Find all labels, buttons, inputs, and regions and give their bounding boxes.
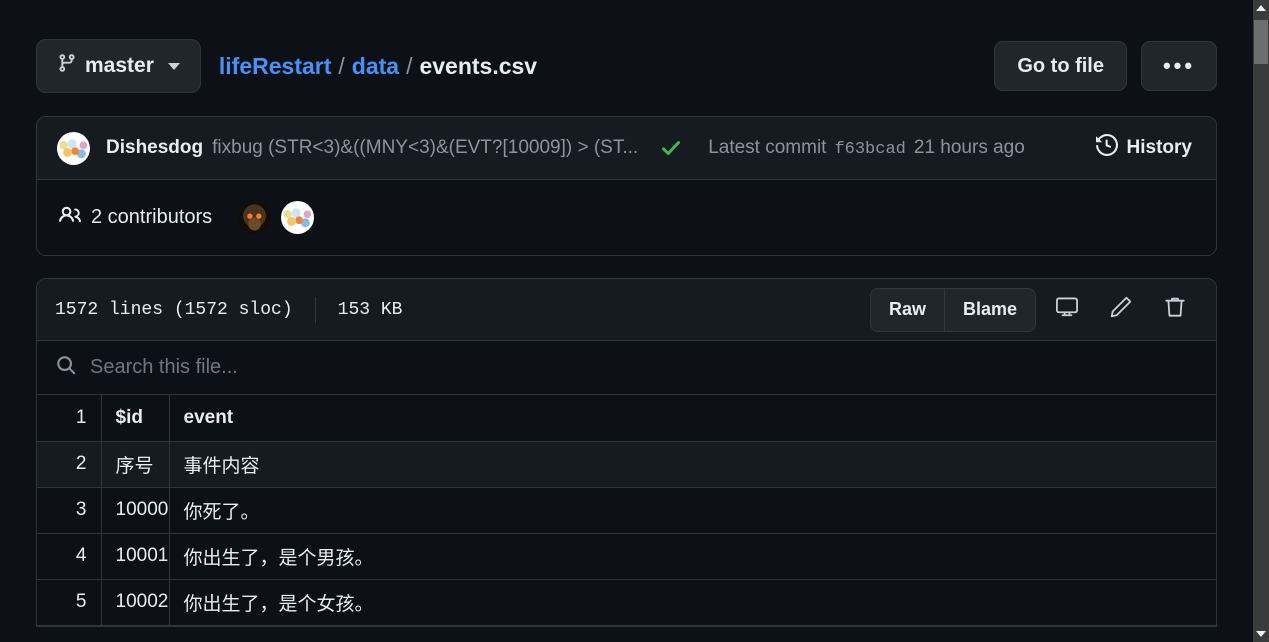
breadcrumb-separator-1: / [338, 52, 345, 79]
page-root: master lifeRestart / data / events.csv Go to… [0, 0, 1269, 642]
file-line-count: 1572 lines (1572 sloc) [55, 299, 293, 320]
people-icon [59, 204, 81, 232]
table-row: 3 10000 你死了。 [37, 487, 1216, 534]
monitor-icon [1055, 295, 1079, 324]
file-header-bar: 1572 lines (1572 sloc) 153 KB Raw Blame [37, 279, 1216, 341]
search-icon [55, 354, 77, 381]
pencil-icon [1109, 295, 1133, 324]
search-placeholder: Search this file... [90, 356, 238, 378]
commit-time: 21 hours ago [913, 137, 1025, 158]
cell-event: 事件内容 [169, 441, 1216, 488]
breadcrumb-file-name: events.csv [419, 52, 538, 79]
csv-table-body: 1 $id event 2 序号 事件内容 3 10000 你死了。 4 100… [37, 395, 1216, 626]
cell-id: 序号 [101, 441, 170, 488]
more-options-button[interactable]: ••• [1141, 41, 1217, 91]
table-row: 5 10002 你出生了，是个女孩。 [37, 579, 1216, 626]
branch-selector-button[interactable]: master [36, 39, 201, 93]
latest-commit-panel: Dishesdog fixbug (STR<3)&((MNY<3)&(EVT?[… [36, 116, 1217, 256]
git-branch-icon [57, 53, 77, 79]
file-content-panel: 1572 lines (1572 sloc) 153 KB Raw Blame [36, 278, 1217, 627]
scroll-down-arrow-icon[interactable] [1253, 626, 1269, 642]
commit-message[interactable]: fixbug (STR<3)&((MNY<3)&(EVT?[10009]) > … [212, 137, 638, 159]
cell-event: event [169, 395, 1216, 442]
chevron-down-icon [167, 62, 180, 70]
edit-file-button[interactable] [1098, 288, 1144, 332]
scroll-up-arrow-icon[interactable] [1253, 0, 1269, 16]
file-stats: 1572 lines (1572 sloc) 153 KB [55, 296, 403, 323]
contributor-avatar-owl[interactable] [238, 201, 272, 234]
latest-commit-row: Dishesdog fixbug (STR<3)&((MNY<3)&(EVT?[… [37, 117, 1216, 180]
breadcrumb: lifeRestart / data / events.csv [219, 53, 537, 80]
search-file-input[interactable]: Search this file... [37, 341, 1216, 395]
commit-meta: Latest commit f63bcad 21 hours ago [708, 137, 1025, 159]
commit-status-check-icon[interactable] [660, 137, 682, 159]
file-stats-divider [314, 296, 316, 323]
breadcrumb-separator-2: / [406, 52, 413, 79]
path-toolbar: master lifeRestart / data / events.csv Go to… [36, 38, 1217, 94]
cell-id: 10000 [101, 487, 170, 534]
contributors-label: 2 contributors [91, 206, 213, 228]
line-number[interactable]: 3 [37, 487, 102, 534]
vertical-scrollbar[interactable] [1253, 0, 1269, 642]
line-number[interactable]: 4 [37, 533, 102, 580]
csv-table: 1 $id event 2 序号 事件内容 3 10000 你死了。 4 100… [37, 395, 1216, 626]
file-action-buttons: Raw Blame [869, 287, 1198, 332]
file-size: 153 KB [337, 299, 403, 320]
cell-id: 10002 [101, 579, 170, 626]
contributors-link[interactable]: 2 contributors [59, 204, 212, 232]
blame-button[interactable]: Blame [943, 288, 1035, 331]
table-row: 1 $id event [37, 395, 1216, 442]
branch-name-label: master [85, 54, 154, 77]
raw-blame-toggle: Raw Blame [869, 287, 1036, 332]
history-link[interactable]: History [1095, 133, 1196, 162]
history-label: History [1126, 137, 1192, 158]
breadcrumb-folder-link[interactable]: data [352, 53, 399, 79]
table-row: 2 序号 事件内容 [37, 441, 1216, 488]
contributor-avatar-cartoon[interactable] [281, 201, 315, 234]
contributor-avatars [238, 201, 315, 234]
delete-file-button[interactable] [1152, 288, 1198, 332]
breadcrumb-repo-link[interactable]: lifeRestart [219, 53, 331, 79]
cell-id: $id [101, 395, 170, 442]
go-to-file-button[interactable]: Go to file [994, 41, 1127, 91]
commit-author-name[interactable]: Dishesdog [106, 137, 203, 159]
open-in-desktop-button[interactable] [1044, 288, 1090, 332]
line-number[interactable]: 5 [37, 579, 102, 626]
cell-event: 你出生了，是个女孩。 [169, 579, 1216, 626]
raw-button[interactable]: Raw [871, 289, 944, 331]
contributors-row: 2 contributors [37, 180, 1216, 255]
commit-sha[interactable]: f63bcad [834, 140, 905, 159]
file-page-content: master lifeRestart / data / events.csv Go to… [0, 0, 1253, 627]
line-number[interactable]: 1 [37, 395, 102, 442]
cell-event: 你死了。 [169, 487, 1216, 534]
line-number[interactable]: 2 [37, 441, 102, 488]
table-row: 4 10001 你出生了，是个男孩。 [37, 533, 1216, 580]
commit-author-avatar[interactable] [57, 131, 90, 165]
path-toolbar-actions: Go to file ••• [994, 41, 1217, 91]
scrollbar-thumb[interactable] [1254, 20, 1268, 64]
trash-icon [1163, 295, 1187, 324]
latest-commit-label: Latest commit [708, 137, 827, 158]
cell-event: 你出生了，是个男孩。 [169, 533, 1216, 580]
history-icon [1095, 133, 1118, 162]
cell-id: 10001 [101, 533, 170, 580]
